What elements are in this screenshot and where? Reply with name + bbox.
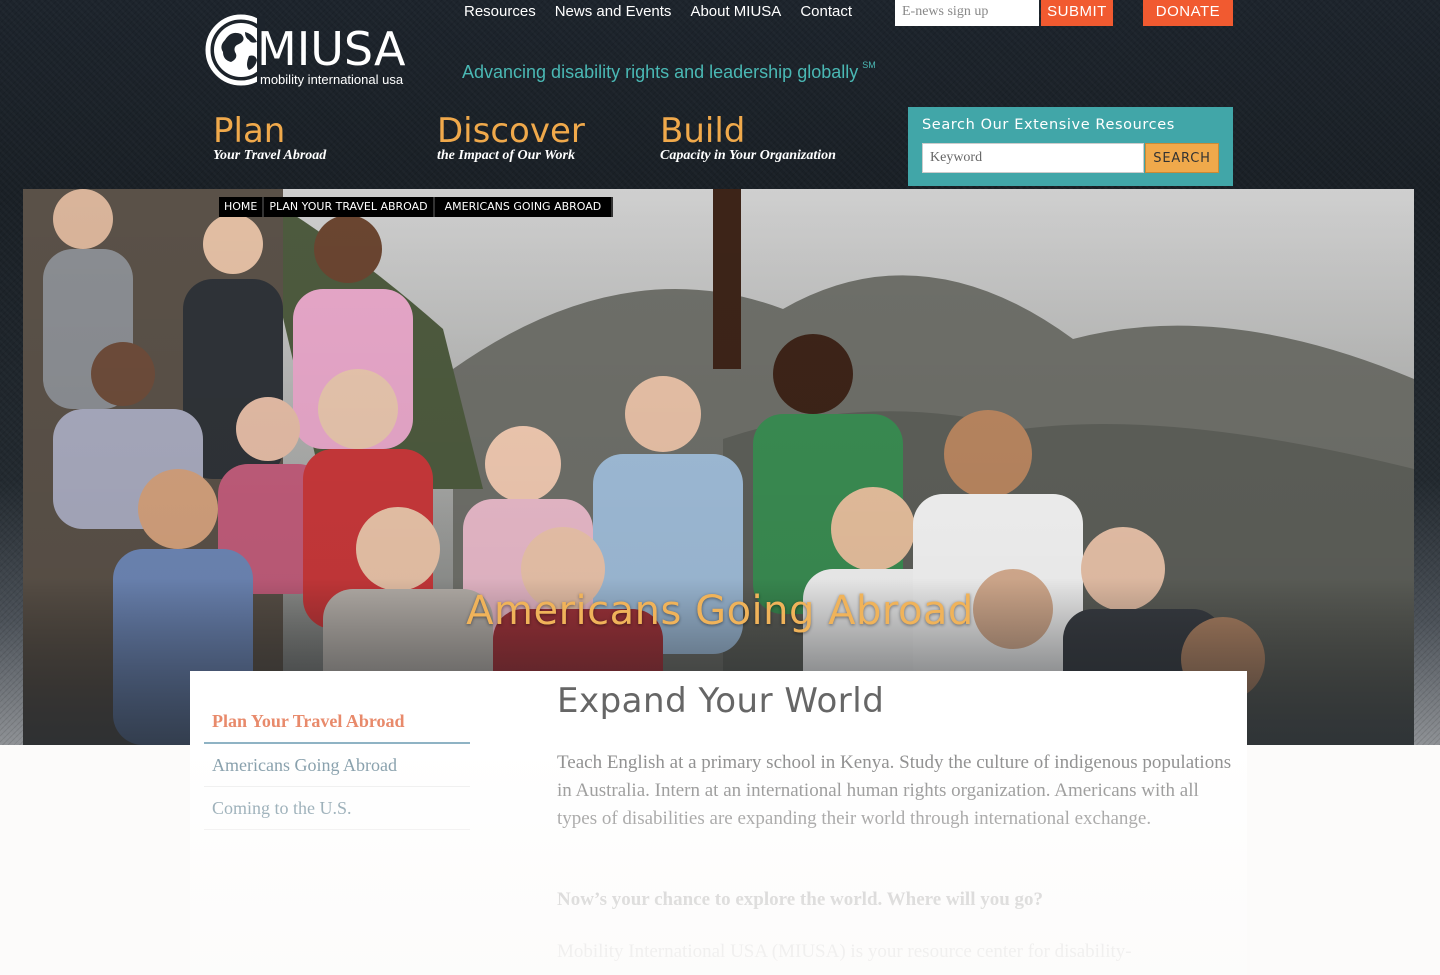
nav-news-and-events[interactable]: News and Events bbox=[555, 3, 672, 21]
hero-title: Americans Going Abroad bbox=[466, 588, 974, 634]
pillar-subtitle: Your Travel Abroad bbox=[213, 148, 327, 163]
pillar-title: Discover bbox=[437, 111, 585, 151]
call-to-action-paragraph: Now’s your chance to explore the world. … bbox=[557, 889, 1044, 910]
top-nav: Resources News and Events About MIUSA Co… bbox=[464, 3, 871, 21]
search-button[interactable]: SEARCH bbox=[1145, 143, 1219, 173]
group-photo-illustration bbox=[23, 189, 1414, 745]
donate-button[interactable]: DONATE bbox=[1143, 0, 1233, 26]
pillar-build[interactable]: Build Capacity in Your Organization bbox=[660, 112, 836, 164]
tagline: Advancing disability rights and leadersh… bbox=[462, 60, 876, 83]
service-mark: SM bbox=[862, 60, 876, 70]
resource-search-panel: Search Our Extensive Resources Keyword S… bbox=[908, 107, 1233, 186]
breadcrumb-home[interactable]: HOME bbox=[219, 197, 265, 217]
globe-icon bbox=[205, 14, 265, 86]
breadcrumb-current: AMERICANS GOING ABROAD bbox=[435, 197, 614, 217]
submit-button[interactable]: SUBMIT bbox=[1041, 0, 1113, 26]
sidebar-nav: Plan Your Travel Abroad Americans Going … bbox=[204, 700, 470, 830]
nav-about-miusa[interactable]: About MIUSA bbox=[690, 3, 781, 21]
pillar-plan[interactable]: Plan Your Travel Abroad bbox=[213, 112, 326, 164]
logo-wordmark: MIUSA bbox=[257, 22, 406, 76]
search-label: Search Our Extensive Resources bbox=[922, 117, 1175, 133]
nav-resources[interactable]: Resources bbox=[464, 3, 536, 21]
sidebar-item-coming-to-the-us[interactable]: Coming to the U.S. bbox=[204, 787, 470, 830]
pillar-title: Build bbox=[660, 111, 746, 151]
intro-paragraph: Teach English at a primary school in Ken… bbox=[557, 752, 1232, 829]
sidebar-item-americans-going-abroad[interactable]: Americans Going Abroad bbox=[204, 744, 470, 787]
breadcrumb: HOME PLAN YOUR TRAVEL ABROAD AMERICANS G… bbox=[219, 197, 614, 217]
page-title: Expand Your World bbox=[557, 681, 885, 721]
breadcrumb-plan-your-travel-abroad[interactable]: PLAN YOUR TRAVEL ABROAD bbox=[264, 197, 435, 217]
pillar-subtitle: Capacity in Your Organization bbox=[660, 148, 836, 163]
tagline-text: Advancing disability rights and leadersh… bbox=[462, 62, 859, 82]
pillar-subtitle: the Impact of Our Work bbox=[437, 148, 575, 163]
pillar-discover[interactable]: Discover the Impact of Our Work bbox=[437, 112, 585, 164]
hero-photo bbox=[23, 189, 1414, 745]
pillar-title: Plan bbox=[213, 111, 286, 151]
keyword-search-input[interactable]: Keyword bbox=[922, 143, 1144, 173]
logo-subtext: mobility international usa bbox=[260, 72, 404, 87]
miusa-logo[interactable]: MIUSA mobility international usa bbox=[205, 10, 425, 90]
nav-contact[interactable]: Contact bbox=[800, 3, 852, 21]
body-paragraph: Mobility International USA (MIUSA) is yo… bbox=[557, 941, 1132, 962]
enews-signup-input[interactable]: E-news sign up bbox=[895, 0, 1039, 26]
sidebar-item-plan-your-travel-abroad[interactable]: Plan Your Travel Abroad bbox=[204, 700, 470, 744]
